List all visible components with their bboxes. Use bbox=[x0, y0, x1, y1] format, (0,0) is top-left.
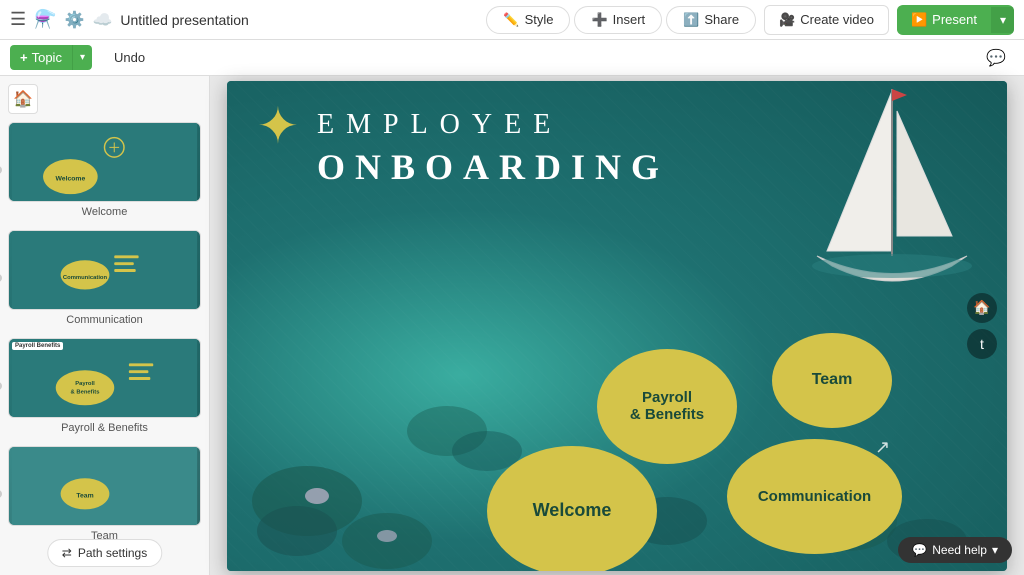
slide-label-payroll: Payroll & Benefits bbox=[8, 422, 201, 434]
video-icon: 🎥 bbox=[779, 12, 795, 28]
settings-icon[interactable]: ⚙️ bbox=[65, 10, 85, 30]
svg-text:Payroll: Payroll bbox=[75, 381, 95, 387]
secondary-toolbar: + Topic ▾ Undo 💬 bbox=[0, 40, 1024, 76]
slide-thumbnail-welcome[interactable]: 2-5 Welcome bbox=[8, 122, 201, 202]
slide-group-welcome: 2-5 Welcome Welcome bbox=[8, 122, 201, 218]
topic-button-group: + Topic ▾ bbox=[10, 45, 92, 70]
slide-group-team: 17-18 Team Team bbox=[8, 446, 201, 542]
svg-text:Team: Team bbox=[76, 493, 93, 500]
presentation-title[interactable]: Untitled presentation bbox=[120, 12, 478, 28]
slide-label-communication: Communication bbox=[8, 314, 201, 326]
path-settings-button[interactable]: ⇄ Path settings bbox=[47, 539, 162, 567]
welcome-label: Welcome bbox=[533, 500, 612, 521]
present-button-group: ▶️ Present ▾ bbox=[897, 5, 1014, 35]
logo-icon: ⚗️ bbox=[34, 9, 56, 30]
slide-label-welcome: Welcome bbox=[8, 206, 201, 218]
style-tab[interactable]: ✏️ Style bbox=[486, 6, 570, 34]
sailboat bbox=[807, 81, 977, 301]
share-tab[interactable]: ⬆️ Share bbox=[666, 6, 756, 34]
plus-icon: ➕ bbox=[591, 12, 607, 28]
canvas-area: ✦ EMPLOYEE ONBOARDING bbox=[210, 76, 1024, 575]
top-toolbar: ☰ ⚗️ ⚙️ ☁️ Untitled presentation ✏️ Styl… bbox=[0, 0, 1024, 40]
payroll-benefits-label: Payroll& Benefits bbox=[630, 389, 704, 423]
undo-button[interactable]: Undo bbox=[100, 45, 159, 70]
slide-title-employee: EMPLOYEE bbox=[317, 109, 562, 141]
slide-thumbnail-team[interactable]: 17-18 Team bbox=[8, 446, 201, 526]
slide-dot bbox=[0, 382, 2, 390]
svg-text:Welcome: Welcome bbox=[55, 176, 85, 183]
slide-dot bbox=[0, 490, 2, 498]
create-video-button[interactable]: 🎥 Create video bbox=[764, 5, 889, 35]
present-main-button[interactable]: ▶️ Present bbox=[897, 6, 991, 34]
add-icon: + bbox=[20, 50, 28, 65]
tab-buttons: ✏️ Style ➕ Insert ⬆️ Share bbox=[486, 6, 756, 34]
svg-text:Communication: Communication bbox=[63, 275, 108, 281]
slide-panel: 🏠 2-5 Welcome Welcome bbox=[0, 76, 210, 575]
slide-dot bbox=[0, 166, 2, 174]
slide-title-onboarding: ONBOARDING bbox=[317, 146, 669, 188]
comment-icon-button[interactable]: 💬 bbox=[978, 44, 1014, 72]
tumblr-action-button[interactable]: t bbox=[967, 329, 997, 359]
hamburger-icon[interactable]: ☰ bbox=[10, 9, 26, 30]
slide-thumbnail-communication[interactable]: 4 Communication 6-10 Communication bbox=[8, 230, 201, 310]
topic-dropdown-button[interactable]: ▾ bbox=[72, 45, 92, 70]
play-icon: ▶️ bbox=[911, 12, 927, 28]
home-button[interactable]: 🏠 bbox=[8, 84, 38, 114]
team-label: Team bbox=[812, 371, 853, 389]
cloud-icon[interactable]: ☁️ bbox=[92, 10, 112, 30]
slide-action-buttons: 🏠 t bbox=[967, 293, 997, 359]
path-icon: ⇄ bbox=[62, 546, 72, 560]
slide-group-communication: 4 Communication 6-10 Communication Commu… bbox=[8, 230, 201, 326]
add-topic-button[interactable]: + Topic bbox=[10, 45, 72, 70]
main-content: 🏠 2-5 Welcome Welcome bbox=[0, 76, 1024, 575]
communication-label: Communication bbox=[758, 488, 871, 505]
slide-group-payroll: Payroll Benefits 11-16 Payroll & Benefit… bbox=[8, 338, 201, 434]
home-action-button[interactable]: 🏠 bbox=[967, 293, 997, 323]
payroll-benefits-bubble[interactable]: Payroll& Benefits bbox=[597, 349, 737, 464]
communication-bubble[interactable]: Communication bbox=[727, 439, 902, 554]
slide-thumbnail-payroll[interactable]: Payroll Benefits 11-16 Payroll & Benefit… bbox=[8, 338, 201, 418]
share-icon: ⬆️ bbox=[683, 12, 699, 28]
insert-tab[interactable]: ➕ Insert bbox=[574, 6, 662, 34]
star-decoration: ✦ bbox=[257, 101, 299, 151]
style-icon: ✏️ bbox=[503, 12, 519, 28]
main-slide[interactable]: ✦ EMPLOYEE ONBOARDING bbox=[227, 81, 1007, 571]
need-help-button[interactable]: 💬 Need help ▾ bbox=[898, 537, 1012, 563]
welcome-bubble[interactable]: Welcome bbox=[487, 446, 657, 571]
team-bubble[interactable]: Team bbox=[772, 333, 892, 428]
svg-text:& Benefits: & Benefits bbox=[71, 390, 101, 396]
present-dropdown-button[interactable]: ▾ bbox=[991, 7, 1014, 33]
right-action-buttons: 🎥 Create video ▶️ Present ▾ bbox=[764, 5, 1014, 35]
chevron-up-icon: ▾ bbox=[992, 543, 998, 557]
help-icon: 💬 bbox=[912, 543, 927, 557]
slide-dot bbox=[0, 274, 2, 282]
